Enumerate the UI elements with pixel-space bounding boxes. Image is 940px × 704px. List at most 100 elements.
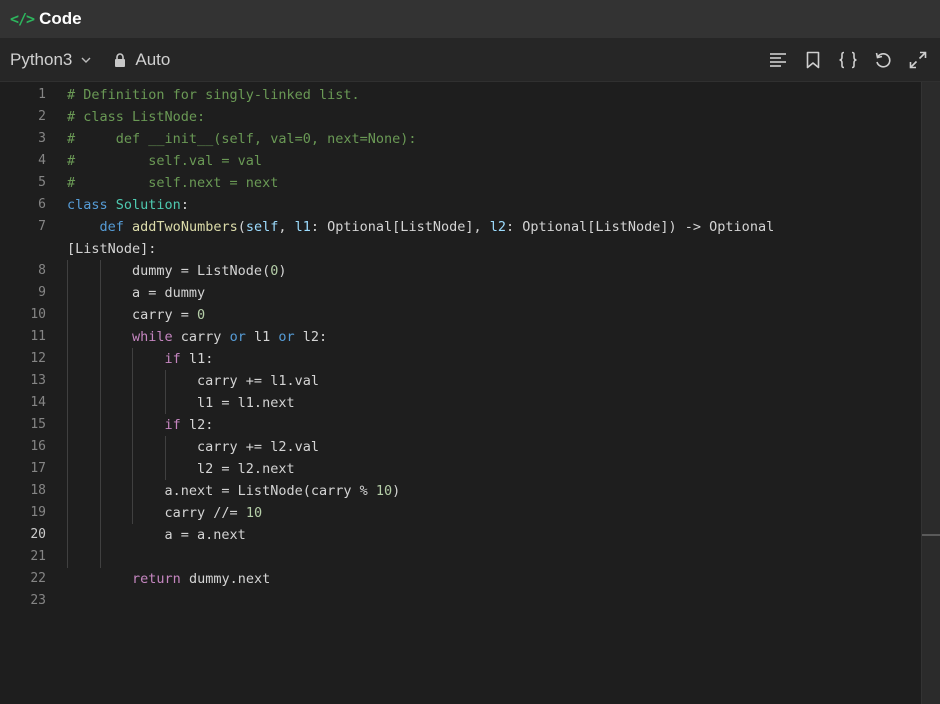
code-line[interactable]: 23 [0, 590, 922, 612]
code-line[interactable]: 14 l1 = l1.next [0, 392, 922, 414]
code-line[interactable]: 8 dummy = ListNode(0) [0, 260, 922, 282]
code-line[interactable]: 15 if l2: [0, 414, 922, 436]
auto-mode[interactable]: Auto [114, 50, 170, 70]
line-number: 1 [38, 87, 46, 102]
reset-button[interactable] [873, 50, 893, 70]
code-token: ) [392, 483, 401, 499]
reset-icon [875, 52, 891, 68]
code-token: l2 [489, 219, 506, 235]
code-token: carry //= [67, 505, 246, 521]
code-line[interactable]: 10 carry = 0 [0, 304, 922, 326]
panel-title: Code [39, 9, 82, 28]
code-token: carry += l2.val [67, 439, 319, 455]
code-token: l2: [294, 329, 328, 345]
code-line[interactable]: 11 while carry or l1 or l2: [0, 326, 922, 348]
code-token: : Optional[ListNode], [310, 219, 490, 235]
code-line[interactable]: 4 # self.val = val [0, 150, 922, 172]
code-line[interactable]: 9 a = dummy [0, 282, 922, 304]
code-line[interactable]: 21 [0, 546, 922, 568]
code-token: class [67, 197, 108, 213]
code-line[interactable]: 16 carry += l2.val [0, 436, 922, 458]
code-token: 10 [245, 505, 263, 521]
code-token: self [245, 219, 279, 235]
code-line[interactable]: 7 def addTwoNumbers(self, l1: Optional[L… [0, 216, 922, 238]
code-text: # class ListNode: [67, 106, 205, 128]
code-line[interactable]: 18 a.next = ListNode(carry % 10) [0, 480, 922, 502]
code-token: 0 [197, 307, 206, 323]
code-token: l2 = l2.next [67, 461, 295, 477]
code-editor[interactable]: 1 # Definition for singly-linked list. 2 # … [0, 82, 940, 704]
code-text: carry += l1.val [67, 370, 319, 392]
code-text: # self.next = next [67, 172, 278, 194]
line-number: 20 [30, 527, 46, 542]
code-text: a.next = ListNode(carry % 10) [67, 480, 401, 502]
code-token: 10 [375, 483, 393, 499]
code-token: a = dummy [67, 285, 206, 301]
code-text: carry //= 10 [67, 502, 263, 524]
code-token: dummy = ListNode( [67, 263, 271, 279]
line-number: 13 [30, 373, 46, 388]
code-line[interactable]: 3 # def __init__(self, val=0, next=None): [0, 128, 922, 150]
code-token: # self.next = next [67, 175, 279, 191]
indent-guide [67, 260, 68, 568]
format-icon [770, 52, 786, 67]
code-text: a = a.next [67, 524, 246, 546]
code-token: carry [172, 329, 230, 345]
line-number: 19 [30, 505, 46, 520]
code-line[interactable]: 19 carry //= 10 [0, 502, 922, 524]
code-token: return [132, 571, 181, 587]
format-button[interactable] [768, 50, 788, 70]
code-token: a = a.next [67, 527, 246, 543]
code-line[interactable]: 5 # self.next = next [0, 172, 922, 194]
code-text: # Definition for singly-linked list. [67, 84, 360, 106]
code-token: if [164, 417, 181, 433]
code-token: # Definition for singly-linked list. [67, 87, 360, 103]
code-icon: </> [10, 10, 35, 28]
lock-icon [115, 52, 126, 67]
bookmark-button[interactable] [803, 50, 823, 70]
code-text: def addTwoNumbers(self, l1: Optional[Lis… [67, 216, 775, 238]
code-text: class Solution: [67, 194, 189, 216]
code-token: # self.val = val [67, 153, 263, 169]
code-line[interactable]: 22 return dummy.next [0, 568, 922, 590]
code-text: l1 = l1.next [67, 392, 295, 414]
code-token: , [278, 219, 295, 235]
line-number: 17 [30, 461, 46, 476]
code-line[interactable]: 17 l2 = l2.next [0, 458, 922, 480]
code-token: l1 = l1.next [67, 395, 295, 411]
code-text: # def __init__(self, val=0, next=None): [67, 128, 417, 150]
code-text: # self.val = val [67, 150, 262, 172]
vertical-scrollbar[interactable] [921, 82, 940, 704]
code-line[interactable]: 20 a = a.next [0, 524, 922, 546]
code-line[interactable]: 12 if l1: [0, 348, 922, 370]
braces-button[interactable] [838, 50, 858, 70]
code-token: ( [237, 219, 246, 235]
line-number: 22 [30, 571, 46, 586]
language-select[interactable]: Python3 [10, 50, 92, 70]
line-number: 2 [38, 109, 46, 124]
code-token: : [180, 197, 189, 213]
line-number: 14 [30, 395, 46, 410]
code-line[interactable]: [ListNode]: [0, 238, 922, 260]
fullscreen-button[interactable] [908, 50, 928, 70]
code-token: l1: [180, 351, 214, 367]
code-line[interactable]: 13 carry += l1.val [0, 370, 922, 392]
line-number: 23 [30, 593, 46, 608]
line-number: 21 [30, 549, 46, 564]
code-text: a = dummy [67, 282, 205, 304]
code-line[interactable]: 1 # Definition for singly-linked list. [0, 84, 922, 106]
code-line[interactable]: 6 class Solution: [0, 194, 922, 216]
code-token: carry += l1.val [67, 373, 319, 389]
code-line[interactable]: 2 # class ListNode: [0, 106, 922, 128]
editor-tools [768, 38, 928, 81]
braces-icon [839, 51, 857, 68]
mode-label: Auto [135, 49, 171, 69]
code-token: # class ListNode: [67, 109, 206, 125]
code-token: l1 [245, 329, 279, 345]
scrollbar-cursor-marker [922, 534, 940, 536]
code-token: a.next = ListNode(carry % [67, 483, 376, 499]
